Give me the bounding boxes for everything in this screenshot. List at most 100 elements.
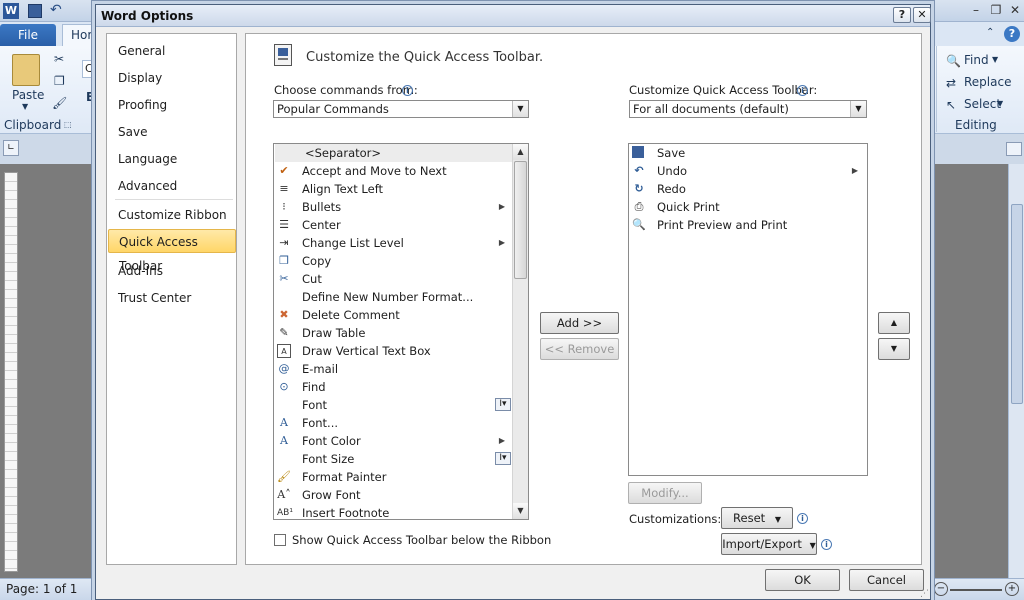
replace-ribbon-label[interactable]: Replace — [964, 75, 1011, 89]
bold-icon[interactable]: B — [86, 90, 95, 104]
nav-save[interactable]: Save — [108, 120, 235, 144]
add-button[interactable]: Add >> — [540, 312, 619, 334]
paste-dropdown-icon[interactable]: ▼ — [22, 102, 28, 111]
cancel-button[interactable]: Cancel — [849, 569, 924, 591]
nav-trust-center[interactable]: Trust Center — [108, 286, 235, 310]
cut-icon: ✂ — [279, 272, 289, 285]
move-up-button[interactable]: ▲ — [878, 312, 910, 334]
grow-font-icon: A˄ — [277, 488, 291, 501]
paste-label[interactable]: Paste — [12, 88, 44, 102]
zoom-out-icon[interactable]: − — [934, 582, 948, 596]
import-export-button[interactable]: Import/Export ▼ — [721, 533, 817, 555]
options-panel: Customize the Quick Access Toolbar. Choo… — [245, 33, 922, 565]
font-name-box[interactable]: Ca — [82, 60, 96, 78]
move-down-button[interactable]: ▼ — [878, 338, 910, 360]
chevron-down-icon: ▼ — [774, 515, 781, 524]
ok-button[interactable]: OK — [765, 569, 840, 591]
word-options-dialog: Word Options ? ✕ General Display Proofin… — [95, 4, 931, 600]
editing-group-divider — [936, 46, 937, 132]
ribbon-minimize-icon[interactable]: ⌃ — [986, 27, 994, 38]
clipboard-launcher-icon[interactable]: ⬚ — [64, 120, 72, 129]
file-tab[interactable]: File — [0, 24, 56, 46]
font-size-box-icon: I▾ — [495, 452, 511, 465]
list-item[interactable]: <Separator> — [275, 144, 513, 162]
dialog-help-button[interactable]: ? — [893, 7, 911, 23]
commands-list[interactable]: <Separator> ✔ Accept and Move to Next ≡ Al… — [273, 143, 529, 520]
select-dropdown-icon[interactable]: ▼ — [997, 99, 1003, 108]
options-nav: General Display Proofing Save Language A… — [106, 33, 237, 565]
align-left-icon: ≡ — [279, 182, 289, 195]
view-ruler-icon[interactable] — [1006, 142, 1022, 156]
page-count[interactable]: Page: 1 of 1 — [6, 582, 77, 596]
nav-proofing[interactable]: Proofing — [108, 93, 235, 117]
text-box-icon: A — [277, 344, 291, 358]
nav-advanced[interactable]: Advanced — [108, 174, 235, 198]
list-item[interactable]: ↶ Undo ▶ — [630, 162, 866, 180]
import-export-info-icon[interactable]: i — [821, 539, 832, 550]
quick-print-icon: ⎙ — [634, 200, 644, 213]
choose-commands-select[interactable]: Popular Commands ▼ — [273, 100, 529, 118]
list-item[interactable]: Font Size I▾ — [275, 450, 513, 468]
nav-language[interactable]: Language — [108, 147, 235, 171]
toolbar-list[interactable]: Save ↶ Undo ▶ ↻ Redo ⎙ Quick Print 🔍 Print Pr… — [628, 143, 868, 476]
list-level-icon: ⇥ — [279, 236, 289, 249]
vertical-ruler — [4, 172, 18, 572]
find-ribbon-label[interactable]: Find — [964, 53, 989, 67]
reset-label: Reset — [733, 511, 766, 525]
chevron-down-icon[interactable]: ▼ — [850, 101, 866, 117]
scroll-up-icon[interactable]: ▲ — [513, 144, 528, 160]
list-item[interactable]: ⇥ Change List Level ▶ — [275, 234, 513, 252]
replace-ribbon-icon: ⇄ — [946, 76, 957, 90]
zoom-slider[interactable] — [950, 589, 1002, 591]
customizations-label: Customizations: — [629, 512, 722, 526]
editing-group-label: Editing — [955, 118, 997, 132]
reset-button[interactable]: Reset ▼ — [721, 507, 793, 529]
save-quick-icon[interactable] — [28, 4, 42, 18]
minimize-icon[interactable]: – — [966, 2, 986, 18]
modify-button[interactable]: Modify... — [628, 482, 702, 504]
choose-info-icon[interactable]: i — [402, 85, 413, 96]
customize-info-icon[interactable]: i — [797, 85, 808, 96]
scroll-thumb[interactable] — [1011, 204, 1023, 404]
vertical-scrollbar[interactable] — [1008, 164, 1024, 578]
customize-qat-select[interactable]: For all documents (default) ▼ — [629, 100, 867, 118]
show-below-ribbon-checkbox[interactable] — [274, 534, 286, 546]
zoom-in-icon[interactable]: + — [1005, 582, 1019, 596]
close-window-icon[interactable]: ✕ — [1005, 2, 1024, 18]
list-item[interactable]: Font I▾ — [275, 396, 513, 414]
nav-quick-access-toolbar[interactable]: Quick Access Toolbar — [108, 229, 236, 273]
nav-add-ins[interactable]: Add-Ins — [108, 259, 235, 283]
commands-scroll-thumb[interactable] — [514, 161, 527, 279]
restore-icon[interactable]: ❐ — [986, 2, 1006, 18]
show-below-ribbon-label[interactable]: Show Quick Access Toolbar below the Ribb… — [292, 533, 551, 547]
nav-customize-ribbon[interactable]: Customize Ribbon — [108, 203, 235, 227]
paste-icon[interactable] — [12, 54, 40, 86]
nav-display[interactable]: Display — [108, 66, 235, 90]
reset-info-icon[interactable]: i — [797, 513, 808, 524]
chevron-down-icon[interactable]: ▼ — [512, 101, 528, 117]
resize-grip-icon[interactable]: ⋰ — [920, 589, 929, 599]
footnote-icon: AB¹ — [277, 508, 293, 518]
cut-ribbon-icon[interactable]: ✂ — [54, 52, 64, 66]
help-icon[interactable]: ? — [1004, 26, 1020, 42]
copy-ribbon-icon[interactable]: ❐ — [54, 74, 65, 88]
scroll-down-icon[interactable]: ▼ — [513, 503, 528, 519]
print-preview-icon: 🔍 — [632, 218, 646, 231]
remove-button[interactable]: << Remove — [540, 338, 619, 360]
find-dropdown-icon[interactable]: ▼ — [992, 55, 998, 64]
select-ribbon-label[interactable]: Select — [964, 97, 1001, 111]
bullets-icon: ⁝ — [282, 200, 286, 213]
submenu-arrow-icon: ▶ — [498, 238, 505, 247]
draw-table-icon: ✎ — [279, 326, 289, 339]
list-item[interactable]: ⁝ Bullets ▶ — [275, 198, 513, 216]
tab-selector-icon[interactable]: ∟ — [3, 140, 19, 156]
nav-general[interactable]: General — [108, 39, 235, 63]
list-item[interactable]: A Font Color ▶ — [275, 432, 513, 450]
format-painter-ribbon-icon[interactable]: 🖌 — [52, 96, 67, 110]
commands-scrollbar[interactable]: ▲ ▼ — [512, 144, 528, 519]
dialog-close-button[interactable]: ✕ — [913, 7, 931, 23]
undo-quick-icon[interactable]: ↶ — [50, 2, 62, 18]
accept-icon: ✔ — [279, 164, 289, 177]
redo-icon: ↻ — [634, 182, 644, 195]
clipboard-group-label: Clipboard — [4, 118, 62, 132]
